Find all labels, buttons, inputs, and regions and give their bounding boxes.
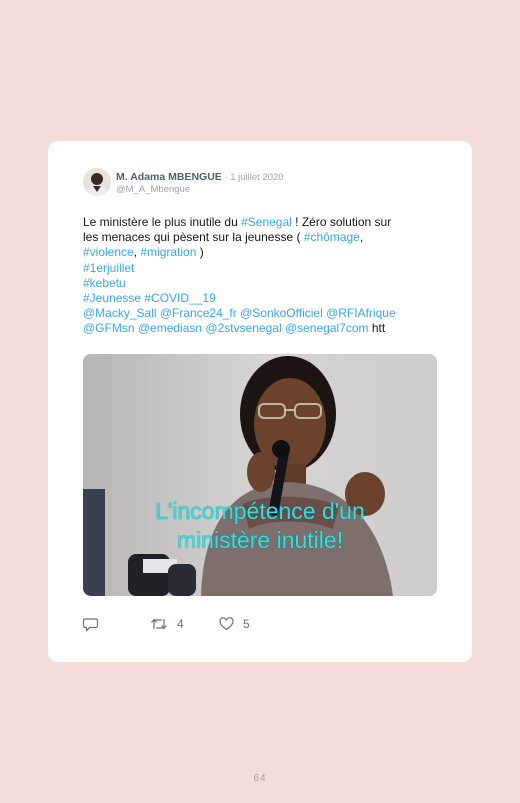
author-line: M. Adama MBENGUE · 1 juillet 2020 — [116, 171, 284, 183]
like-button[interactable]: 5 — [219, 617, 250, 631]
hashtag-link[interactable]: #migration — [140, 245, 196, 259]
like-count: 5 — [243, 617, 250, 631]
reply-icon — [83, 618, 99, 632]
mention-links[interactable]: @Macky_Sall @France24_fr @SonkoOfficiel … — [83, 306, 443, 321]
text-segment: Le ministère le plus inutile du — [83, 215, 242, 229]
media-caption: L'incompétence d'un ministère inutile! — [83, 497, 437, 555]
hashtag-link[interactable]: #Jeunesse #COVID__19 — [83, 291, 443, 306]
text-segment: les menaces qui pèsent sur la jeunesse ( — [83, 230, 304, 245]
hashtag-link[interactable]: #1erjuillet — [83, 261, 443, 276]
caption-line-2: ministère inutile! — [176, 527, 344, 553]
hashtag-link[interactable]: #kebetu — [83, 276, 443, 291]
media-photo — [83, 354, 437, 596]
tweet-line-8: @GFMsn @emediasn @2stvsenegal @senegal7c… — [83, 321, 443, 336]
tweet-card: M. Adama MBENGUE · 1 juillet 2020 @M_A_M… — [48, 141, 472, 662]
mention-links[interactable]: @GFMsn @emediasn @2stvsenegal @senegal7c… — [83, 321, 369, 335]
text-segment: ! Zéro solution sur — [291, 215, 392, 229]
hashtag-link[interactable]: #violence — [83, 245, 134, 259]
retweet-icon — [151, 618, 167, 630]
hashtag-link[interactable]: #Senegal — [241, 215, 292, 229]
reply-button[interactable] — [83, 617, 99, 632]
retweet-count: 4 — [177, 617, 184, 631]
caption-line-1: L'incompétence d'un — [155, 498, 365, 524]
tweet-date: · 1 juillet 2020 — [221, 172, 284, 183]
text-segment: ) — [196, 245, 204, 260]
page-number: 64 — [253, 773, 267, 784]
author-name[interactable]: M. Adama MBENGUE — [116, 171, 222, 183]
text-segment: htt — [368, 321, 386, 336]
tweet-line-1: Le ministère le plus inutile du #Senegal… — [83, 215, 443, 230]
tweet-line-2: les menaces qui pèsent sur la jeunesse (… — [83, 230, 443, 245]
retweet-button[interactable]: 4 — [150, 617, 184, 631]
tweet-actions: 4 5 — [83, 617, 443, 635]
hashtag-link[interactable]: #chômage — [304, 230, 360, 244]
avatar[interactable] — [83, 168, 111, 196]
heart-icon — [219, 617, 234, 631]
tweet-text: Le ministère le plus inutile du #Senegal… — [83, 215, 443, 337]
tweet-line-3: #violence, #migration ) — [83, 245, 443, 260]
text-segment: , — [359, 230, 364, 245]
tweet-media[interactable]: L'incompétence d'un ministère inutile! — [83, 354, 437, 596]
author-handle[interactable]: @M_A_Mbengue — [116, 184, 190, 195]
